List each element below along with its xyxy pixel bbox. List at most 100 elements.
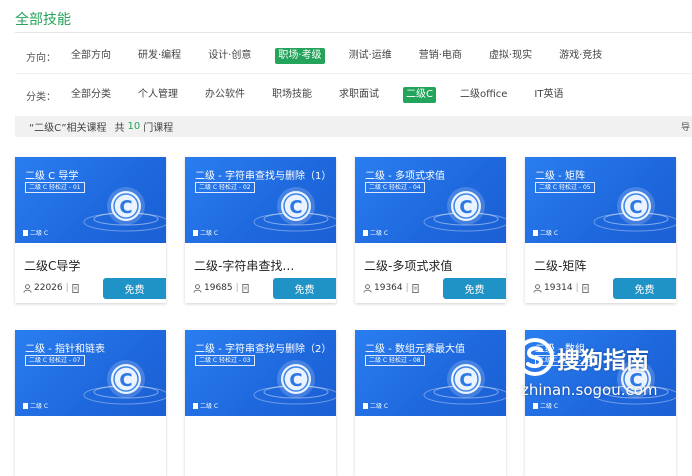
course-thumbnail[interactable]: C 二级 - 数组元素最大值 二级 C 轻松过 - 08 二级 C bbox=[355, 330, 506, 416]
thumbnail-subtitle: 二级 C 轻松过 - 07 bbox=[25, 355, 85, 366]
category-filter: 分类： 全部分类 个人管理 办公软件 职场技能 求职面试 二级C 二级offic… bbox=[26, 86, 587, 104]
category-option-level2-c[interactable]: 二级C bbox=[403, 87, 436, 103]
svg-text:C: C bbox=[289, 197, 302, 218]
brand-mark-icon bbox=[363, 229, 368, 236]
course-card[interactable]: C 二级 - 字符串查找与删除（1） 二级 C 轻松过 - 02 二级 C 二级-字符串… bbox=[185, 157, 336, 303]
thumbnail-brand-label: 二级 C bbox=[30, 230, 49, 237]
thumbnail-subtitle: 二级 C 轻松过 - 04 bbox=[365, 182, 425, 193]
result-count: 10 bbox=[127, 121, 141, 132]
category-option-interview[interactable]: 求职面试 bbox=[336, 87, 382, 103]
course-card[interactable]: C 二级 C 导学 二级 C 轻松过 - 01 二级 C 二级C导学 22026 | 免费 bbox=[15, 157, 166, 303]
brand-mark-icon bbox=[533, 229, 538, 236]
thumbnail-subtitle: 二级 C 轻松过 - 08 bbox=[365, 355, 425, 366]
direction-option-career[interactable]: 职场·考级 bbox=[275, 48, 325, 64]
thumbnail-brand-label: 二级 C bbox=[200, 403, 219, 410]
document-icon bbox=[412, 283, 419, 293]
student-count: 19364 bbox=[374, 283, 403, 293]
category-option-level2-office[interactable]: 二级office bbox=[457, 87, 510, 103]
watermark-name: 搜狗指南 bbox=[557, 348, 649, 374]
direction-filter: 方向： 全部方向 研发·编程 设计·创意 职场·考级 测试·运维 营销·电商 虚… bbox=[26, 47, 626, 65]
free-button[interactable]: 免费 bbox=[443, 278, 506, 299]
student-count: 22026 bbox=[34, 283, 63, 293]
course-card[interactable]: C 二级 - 指针和链表 二级 C 轻松过 - 07 二级 C bbox=[15, 330, 166, 476]
thumbnail-subtitle: 二级 C 轻松过 - 03 bbox=[195, 355, 255, 366]
thumbnail-brand: 二级 C bbox=[23, 401, 48, 410]
thumbnail-title: 二级 - 多项式求值 bbox=[365, 171, 445, 182]
document-icon bbox=[72, 283, 79, 293]
direction-option-marketing[interactable]: 营销·电商 bbox=[416, 48, 465, 64]
user-icon bbox=[363, 283, 372, 293]
brand-mark-icon bbox=[23, 402, 28, 409]
category-option-career-skills[interactable]: 职场技能 bbox=[269, 87, 315, 103]
course-thumbnail[interactable]: C 二级 C 导学 二级 C 轻松过 - 01 二级 C bbox=[15, 157, 166, 243]
thumbnail-title: 二级 - 数组元素最大值 bbox=[365, 344, 465, 355]
course-card[interactable]: C 二级 - 矩阵 二级 C 轻松过 - 05 二级 C 二级-矩阵 19314 | 免费 bbox=[525, 157, 676, 303]
filter-divider bbox=[15, 73, 692, 74]
direction-option-game[interactable]: 游戏·竞技 bbox=[556, 48, 605, 64]
thumbnail-title: 二级 - 指针和链表 bbox=[25, 344, 105, 355]
free-button[interactable]: 免费 bbox=[613, 278, 676, 299]
result-prefix: “二级C”相关课程 bbox=[29, 123, 107, 134]
brand-mark-icon bbox=[363, 402, 368, 409]
course-meta: 19685 | bbox=[193, 283, 249, 293]
svg-text:C: C bbox=[459, 370, 472, 391]
thumbnail-brand-label: 二级 C bbox=[370, 403, 389, 410]
brand-mark-icon bbox=[193, 229, 198, 236]
thumbnail-subtitle: 二级 C 轻松过 - 01 bbox=[25, 182, 85, 193]
sogou-logo-icon bbox=[516, 338, 554, 376]
course-card[interactable]: C 二级 - 字符串查找与删除（2） 二级 C 轻松过 - 03 二级 C bbox=[185, 330, 336, 476]
result-total-label: 共 bbox=[114, 123, 125, 134]
direction-option-dev[interactable]: 研发·编程 bbox=[135, 48, 184, 64]
free-button[interactable]: 免费 bbox=[273, 278, 336, 299]
thumbnail-brand-label: 二级 C bbox=[370, 230, 389, 237]
thumbnail-title: 二级 C 导学 bbox=[25, 171, 79, 182]
category-option-personal[interactable]: 个人管理 bbox=[135, 87, 181, 103]
course-thumbnail[interactable]: C 二级 - 字符串查找与删除（2） 二级 C 轻松过 - 03 二级 C bbox=[185, 330, 336, 416]
thumbnail-brand: 二级 C bbox=[23, 228, 48, 237]
direction-option-all[interactable]: 全部方向 bbox=[68, 48, 114, 64]
brand-mark-icon bbox=[23, 229, 28, 236]
course-name[interactable]: 二级C导学 bbox=[24, 257, 134, 274]
document-icon bbox=[582, 283, 589, 293]
meta-separator: | bbox=[575, 283, 579, 293]
thumbnail-brand: 二级 C bbox=[533, 228, 558, 237]
thumbnail-brand: 二级 C bbox=[363, 228, 388, 237]
title-divider bbox=[15, 32, 692, 33]
course-name[interactable]: 二级-多项式求值 bbox=[364, 257, 474, 274]
course-meta: 19314 | bbox=[533, 283, 589, 293]
course-thumbnail[interactable]: C 二级 - 指针和链表 二级 C 轻松过 - 07 二级 C bbox=[15, 330, 166, 416]
course-thumbnail[interactable]: C 二级 - 矩阵 二级 C 轻松过 - 05 二级 C bbox=[525, 157, 676, 243]
thumbnail-brand: 二级 C bbox=[193, 401, 218, 410]
user-icon bbox=[193, 283, 202, 293]
svg-text:C: C bbox=[119, 370, 132, 391]
free-button[interactable]: 免费 bbox=[103, 278, 166, 299]
thumbnail-title: 二级 - 矩阵 bbox=[535, 171, 585, 182]
category-option-office-software[interactable]: 办公软件 bbox=[202, 87, 248, 103]
course-meta: 22026 | bbox=[23, 283, 79, 293]
document-icon bbox=[242, 283, 249, 293]
svg-text:C: C bbox=[289, 370, 302, 391]
thumbnail-subtitle: 二级 C 轻松过 - 05 bbox=[535, 182, 595, 193]
category-option-all[interactable]: 全部分类 bbox=[68, 87, 114, 103]
section-title: 全部技能 bbox=[15, 12, 71, 28]
direction-option-test[interactable]: 测试·运维 bbox=[346, 48, 395, 64]
course-name[interactable]: 二级-字符串查找与... bbox=[194, 257, 304, 274]
course-name[interactable]: 二级-矩阵 bbox=[534, 257, 644, 274]
course-thumbnail[interactable]: C 二级 - 字符串查找与删除（1） 二级 C 轻松过 - 02 二级 C bbox=[185, 157, 336, 243]
direction-label: 方向： bbox=[26, 52, 56, 64]
result-summary: “二级C”相关课程 共 10 门课程 导 bbox=[15, 116, 692, 137]
direction-option-vr[interactable]: 虚拟·现实 bbox=[486, 48, 535, 64]
course-thumbnail[interactable]: C 二级 - 多项式求值 二级 C 轻松过 - 04 二级 C bbox=[355, 157, 506, 243]
course-card[interactable]: C 二级 - 数组元素最大值 二级 C 轻松过 - 08 二级 C bbox=[355, 330, 506, 476]
thumbnail-brand: 二级 C bbox=[193, 228, 218, 237]
category-option-it-english[interactable]: IT英语 bbox=[531, 87, 566, 103]
watermark-url: zhinan.sogou.com bbox=[521, 381, 658, 399]
result-edge-mark: 导 bbox=[680, 123, 690, 133]
meta-separator: | bbox=[235, 283, 239, 293]
direction-option-design[interactable]: 设计·创意 bbox=[205, 48, 254, 64]
meta-separator: | bbox=[65, 283, 69, 293]
thumbnail-brand-label: 二级 C bbox=[540, 230, 559, 237]
category-label: 分类： bbox=[26, 91, 56, 103]
course-card[interactable]: C 二级 - 多项式求值 二级 C 轻松过 - 04 二级 C 二级-多项式求值 1936… bbox=[355, 157, 506, 303]
result-suffix: 门课程 bbox=[143, 123, 174, 134]
